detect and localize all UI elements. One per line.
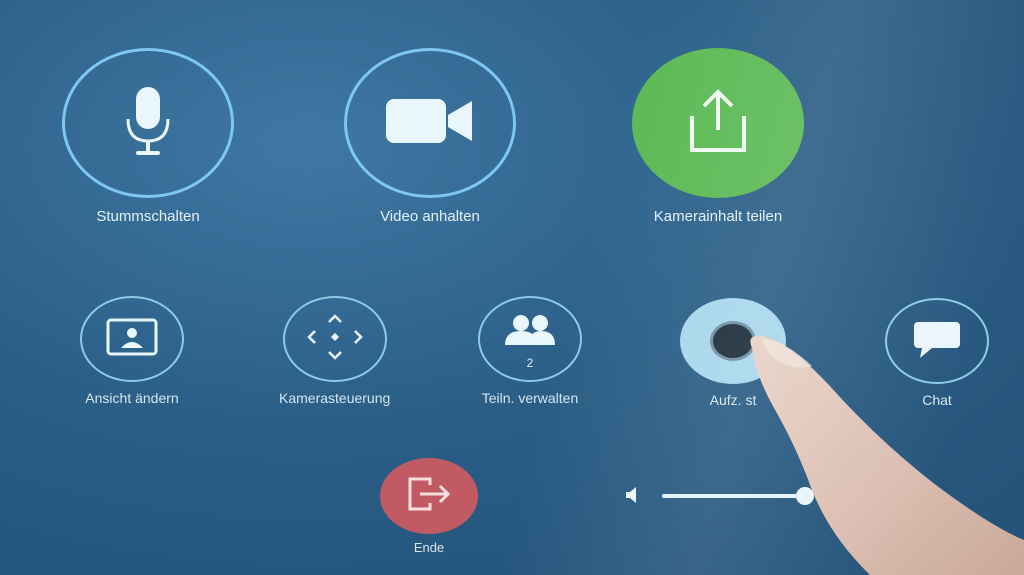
mute-button[interactable]: Stummschalten	[62, 48, 234, 225]
chat-button[interactable]: Chat	[885, 298, 989, 408]
chat-bubble-icon	[910, 318, 964, 365]
end-call-label: Ende	[413, 540, 445, 555]
chat-circle[interactable]	[885, 298, 989, 384]
microphone-icon	[120, 83, 176, 164]
speaker-icon	[624, 486, 640, 509]
volume-slider-thumb[interactable]	[795, 487, 814, 505]
stop-video-circle[interactable]	[344, 48, 516, 198]
share-label: Kamerainhalt teilen	[653, 208, 783, 225]
camera-control-circle[interactable]	[282, 296, 387, 382]
manage-participants-circle[interactable]: 2	[478, 296, 582, 382]
manage-participants-label: Teiln. verwalten	[481, 390, 579, 406]
mute-label: Stummschalten	[96, 208, 200, 225]
volume-slider-fill	[662, 494, 805, 498]
volume-control[interactable]	[624, 484, 824, 508]
share-circle[interactable]	[632, 48, 804, 198]
camera-control-arrows-icon	[306, 313, 363, 365]
layout-view-icon	[106, 318, 158, 361]
volume-slider-track[interactable]	[662, 487, 814, 505]
exit-icon	[406, 477, 452, 516]
end-call-button[interactable]: Ende	[380, 458, 478, 555]
change-view-circle[interactable]	[80, 296, 184, 382]
record-icon	[710, 321, 756, 361]
share-upload-icon	[678, 86, 758, 161]
camera-control-button[interactable]: Kamerasteuerung	[279, 296, 390, 406]
stop-video-label: Video anhalten	[380, 208, 480, 225]
record-circle[interactable]	[680, 298, 786, 384]
share-camera-content-button[interactable]: Kamerainhalt teilen	[632, 48, 804, 225]
change-view-label: Ansicht ändern	[85, 390, 179, 406]
chat-label: Chat	[922, 392, 952, 408]
mute-circle[interactable]	[62, 48, 234, 198]
video-camera-icon	[384, 95, 476, 152]
stop-video-button[interactable]: Video anhalten	[344, 48, 516, 225]
change-view-button[interactable]: Ansicht ändern	[80, 296, 184, 406]
record-label: Aufz. st	[709, 392, 757, 408]
camera-control-label: Kamerasteuerung	[279, 390, 391, 406]
end-call-circle[interactable]	[380, 458, 478, 534]
participants-icon	[503, 313, 557, 352]
record-button[interactable]: Aufz. st	[680, 298, 786, 408]
participant-count: 2	[526, 356, 534, 370]
manage-participants-button[interactable]: 2 Teiln. verwalten	[478, 296, 582, 406]
